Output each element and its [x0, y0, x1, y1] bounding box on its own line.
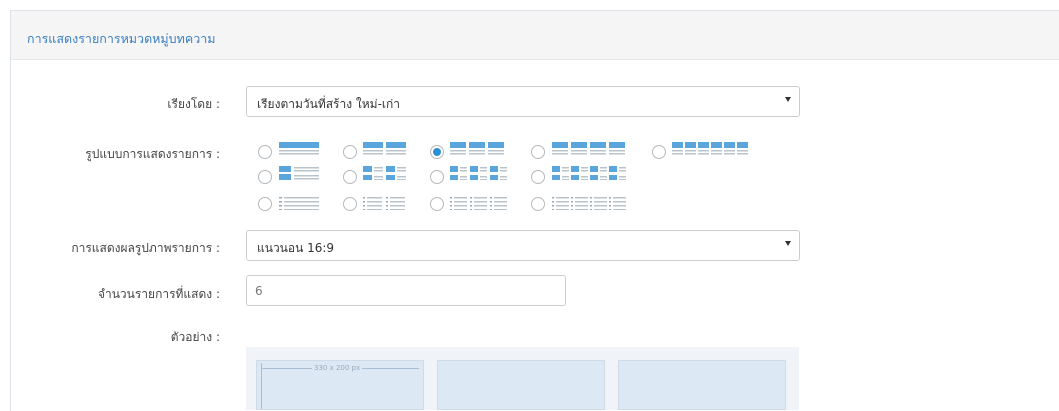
layout-2-column-text-icon [363, 197, 405, 210]
item-count-input[interactable]: 6 [246, 275, 566, 306]
layout-radio-9[interactable] [531, 170, 545, 184]
layout-radio-7[interactable] [343, 170, 357, 184]
layout-radio-4[interactable] [531, 145, 545, 159]
layout-radio-13[interactable] [531, 197, 545, 211]
chevron-down-icon [785, 241, 791, 246]
image-display-label: การแสดงผลรูปภาพรายการ : [71, 241, 220, 255]
layout-1-column-text-icon [279, 197, 319, 210]
chevron-down-icon [785, 97, 791, 102]
layout-1-column-list-icon [279, 142, 319, 155]
layout-2-column-thumb-icon [363, 166, 406, 180]
preview-area: 330 x 200 px [246, 347, 799, 410]
layout-1-column-thumb-icon [279, 166, 319, 180]
preview-size-text: 330 x 200 px [312, 364, 363, 372]
layout-4-column-thumb-icon [552, 166, 626, 180]
item-count-label: จำนวนรายการที่แสดง : [97, 287, 220, 301]
layout-radio-2[interactable] [343, 145, 357, 159]
layout-radio-11[interactable] [343, 197, 357, 211]
item-count-value: 6 [255, 284, 263, 298]
layout-4-column-text-icon [552, 197, 626, 210]
layout-radio-8[interactable] [430, 170, 444, 184]
layout-label: รูปแบบการแสดงรายการ : [85, 147, 220, 161]
image-display-select[interactable]: แนวนอน 16:9 [246, 230, 800, 261]
panel-header: การแสดงรายการหมวดหมู่บทความ [11, 11, 1059, 60]
preview-card [437, 360, 605, 410]
sort-select-value: เรียงตามวันที่สร้าง ใหม่-เก่า [257, 97, 401, 111]
layout-radio-6[interactable] [258, 170, 272, 184]
layout-radio-5[interactable] [652, 145, 666, 159]
layout-4-column-list-icon [552, 142, 625, 155]
layout-3-column-list-icon [450, 142, 504, 155]
layout-6-column-list-icon [672, 142, 748, 155]
image-display-select-value: แนวนอน 16:9 [257, 241, 335, 255]
sort-label: เรียงโดย : [167, 97, 220, 111]
preview-card: 330 x 200 px [256, 360, 424, 410]
preview-card [618, 360, 786, 410]
dimension-line [261, 363, 262, 409]
layout-radio-12[interactable] [430, 197, 444, 211]
layout-2-column-list-icon [363, 142, 406, 155]
panel-title: การแสดงรายการหมวดหมู่บทความ [27, 31, 216, 46]
layout-radio-10[interactable] [258, 197, 272, 211]
layout-3-column-thumb-icon [450, 166, 507, 180]
preview-label: ตัวอย่าง : [170, 330, 220, 344]
layout-radio-3[interactable] [430, 145, 444, 159]
layout-radio-1[interactable] [258, 145, 272, 159]
sort-select[interactable]: เรียงตามวันที่สร้าง ใหม่-เก่า [246, 86, 800, 117]
layout-3-column-text-icon [450, 197, 507, 210]
